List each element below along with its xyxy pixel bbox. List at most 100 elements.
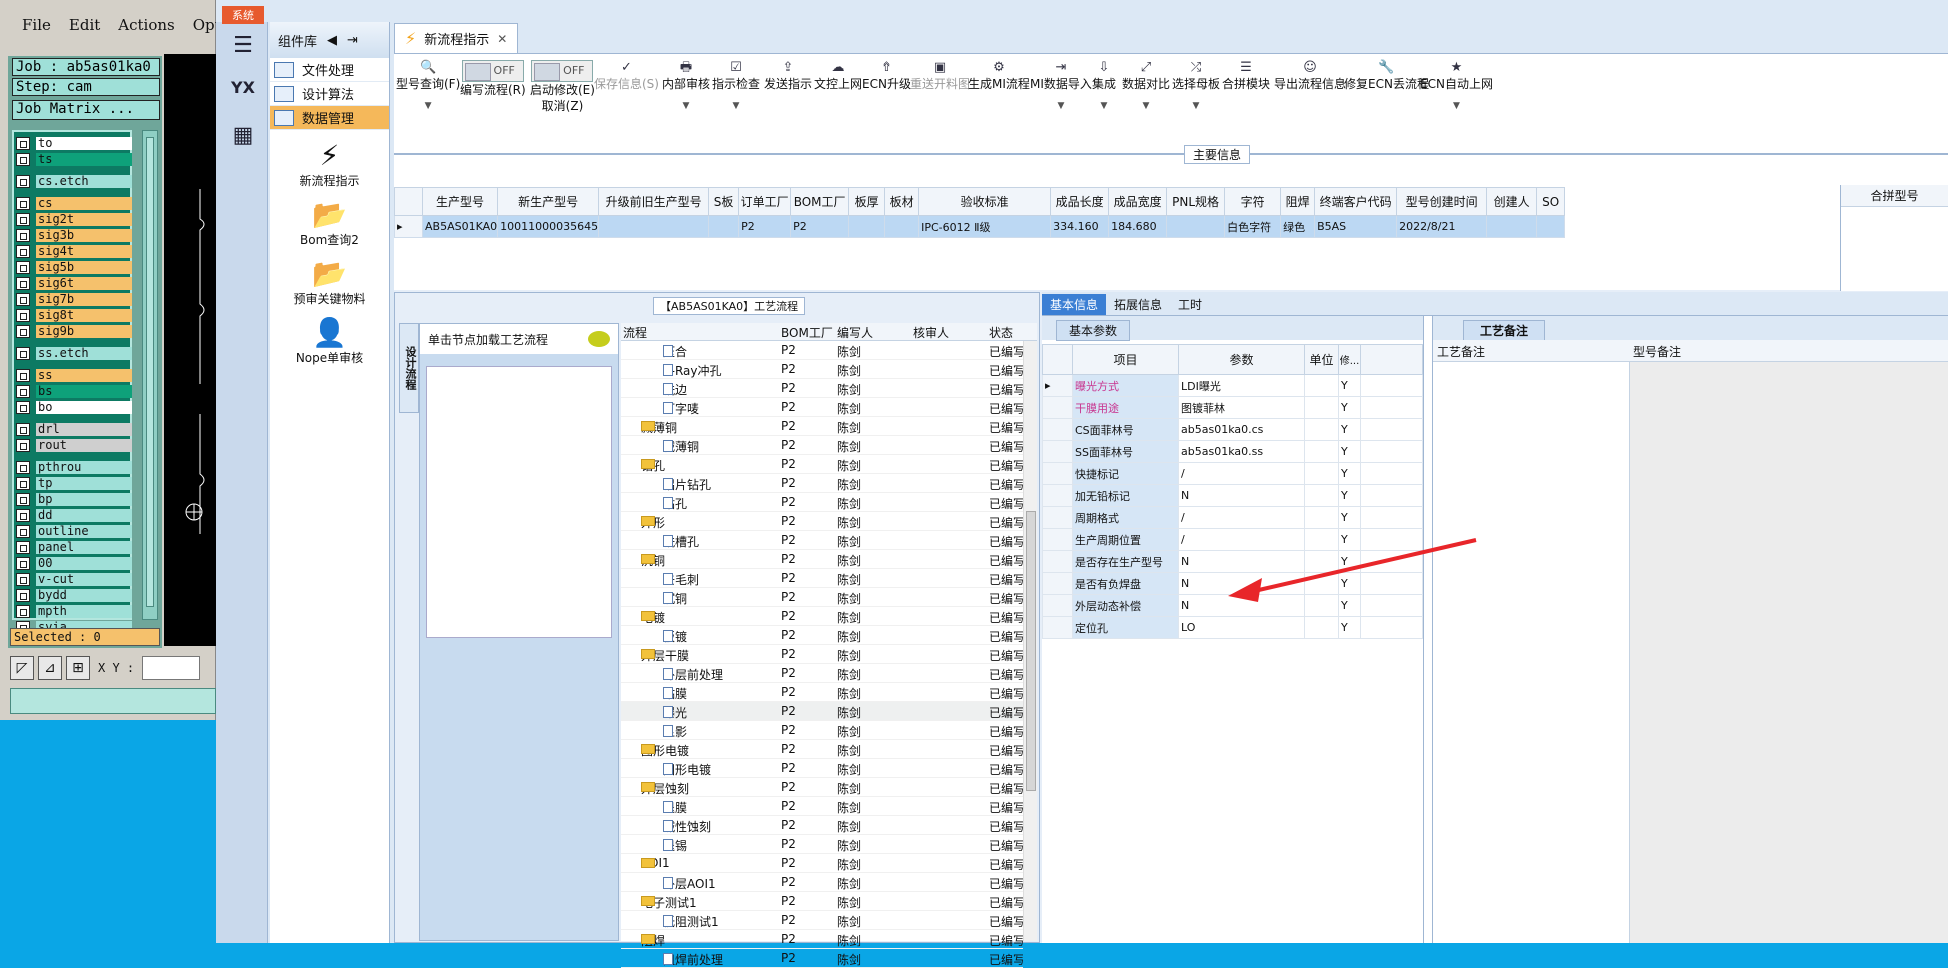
tree-node[interactable]: 去毛刺 (663, 571, 773, 588)
yx-logo-icon[interactable]: YX (226, 70, 260, 104)
splitter[interactable] (1629, 362, 1630, 943)
table-cell[interactable]: AB5AS01KA0 (421, 215, 499, 238)
table-cell[interactable] (884, 215, 920, 238)
param-param[interactable]: LDI曝光 (1178, 374, 1305, 397)
layer-row[interactable]: sig4t (16, 244, 132, 258)
ribbon-button[interactable]: ⇪ 发送指示 (764, 60, 812, 92)
layer-checkbox[interactable] (16, 276, 30, 290)
tree-row[interactable]: 阻焊前处理 P2 陈剑 已编写 (621, 949, 1023, 968)
toggle-switch[interactable]: OFF (461, 60, 524, 82)
tree-node[interactable]: 碱性蚀刻 (663, 818, 773, 835)
column-header[interactable]: BOM工厂 (790, 187, 850, 216)
ribbon-button[interactable]: ✓ 保存信息(S) (594, 60, 659, 92)
layer-row[interactable]: bp (16, 492, 132, 506)
table-row[interactable]: 是否存在生产型号 N Y (1042, 550, 1423, 573)
comp-item-data[interactable]: 数据管理 (270, 106, 389, 130)
layer-row[interactable]: 00 (16, 556, 132, 570)
tree-row[interactable]: −外层蚀刻 P2 陈剑 已编写 (621, 778, 1023, 797)
param-mod[interactable]: Y (1338, 462, 1361, 485)
layer-name[interactable]: dd (36, 508, 132, 522)
big-item[interactable]: 📂 Bom查询2 (270, 199, 389, 248)
layer-name[interactable]: panel (36, 540, 132, 554)
process-note-area[interactable] (1433, 362, 1629, 943)
layer-name[interactable]: sig9b (36, 324, 132, 338)
close-icon[interactable]: ✕ (497, 32, 507, 46)
tree-row[interactable]: X-Ray冲孔 P2 陈剑 已编写 (621, 360, 1023, 379)
layer-row[interactable]: tp (16, 476, 132, 490)
layer-row[interactable]: rout (16, 438, 132, 452)
tree-node[interactable]: 退膜 (663, 799, 773, 816)
layer-row[interactable]: sig5b (16, 260, 132, 274)
chevron-down-icon[interactable]: ▼ (425, 98, 432, 114)
tree-row[interactable]: −外形 P2 陈剑 已编写 (621, 512, 1023, 531)
menu-actions[interactable]: Actions (118, 16, 174, 34)
layer-checkbox[interactable] (16, 508, 30, 522)
layer-row[interactable]: drl (16, 422, 132, 436)
layer-name[interactable]: bo (36, 400, 132, 414)
row-header[interactable] (1042, 418, 1073, 441)
tree-row[interactable]: −阻焊 P2 陈剑 已编写 (621, 930, 1023, 949)
cam-graphics-area[interactable] (164, 54, 216, 646)
tree-row[interactable]: 铣槽孔 P2 陈剑 已编写 (621, 531, 1023, 550)
tree-row[interactable]: −图形电镀 P2 陈剑 已编写 (621, 740, 1023, 759)
layer-checkbox[interactable] (16, 152, 30, 166)
layer-checkbox[interactable] (16, 572, 30, 586)
tree-row[interactable]: 铣边 P2 陈剑 已编写 (621, 379, 1023, 398)
ribbon-button[interactable]: 🔧 修复ECN丢流程 (1344, 60, 1429, 92)
process-load-header[interactable]: 单击节点加载工艺流程 (420, 324, 618, 354)
table-row[interactable]: 生产周期位置 / Y (1042, 528, 1423, 551)
menu-file[interactable]: File (22, 16, 51, 34)
tab-process-notes[interactable]: 工艺备注 (1463, 320, 1546, 341)
layer-name[interactable]: bydd (36, 588, 132, 602)
layer-name[interactable]: cs.etch (36, 174, 132, 188)
measure-icon[interactable]: ⊿ (38, 656, 62, 680)
table-row[interactable]: SS面菲林号 ab5as01ka0.ss Y (1042, 440, 1423, 463)
tree-node[interactable]: 铝片钻孔 (663, 476, 773, 493)
param-mod[interactable]: Y (1338, 418, 1361, 441)
column-header[interactable]: 生产型号 (421, 187, 499, 216)
collapse-left-icon[interactable]: ◀ (327, 33, 337, 48)
layer-name[interactable]: outline (36, 524, 132, 538)
chevron-down-icon[interactable]: ▼ (1101, 98, 1108, 114)
ribbon-button[interactable]: ☁ 文控上网 (814, 60, 862, 92)
layer-checkbox[interactable] (16, 384, 30, 398)
param-mod[interactable]: Y (1338, 572, 1361, 595)
layer-row[interactable]: outline (16, 524, 132, 538)
layer-name[interactable]: ss (36, 368, 132, 382)
layer-name[interactable]: sig4t (36, 244, 132, 258)
layer-checkbox[interactable] (16, 604, 30, 618)
layer-name[interactable]: sig7b (36, 292, 132, 306)
layer-checkbox[interactable] (16, 524, 30, 538)
layer-name[interactable]: sig2t (36, 212, 132, 226)
layer-checkbox[interactable] (16, 540, 30, 554)
table-row[interactable]: 加无铅标记 N Y (1042, 484, 1423, 507)
col-modify[interactable]: 修... (1338, 344, 1361, 375)
layer-checkbox[interactable] (16, 476, 30, 490)
table-cell[interactable] (1486, 215, 1538, 238)
param-unit[interactable] (1304, 506, 1339, 529)
layer-checkbox[interactable] (16, 292, 30, 306)
tree-node[interactable]: 外层前处理 (663, 666, 773, 683)
tree-node[interactable]: 板镀 (663, 628, 773, 645)
pin-icon[interactable]: ⇥ (347, 33, 358, 48)
layer-name[interactable]: sig6t (36, 276, 132, 290)
ribbon-button[interactable]: OFF 启动修改(E) 取消(Z) (530, 60, 595, 114)
tree-row[interactable]: 图形电镀 P2 陈剑 已编写 (621, 759, 1023, 778)
tree-row[interactable]: 压合 P2 陈剑 已编写 (621, 341, 1023, 360)
column-header[interactable]: PNL规格 (1166, 187, 1226, 216)
big-item[interactable]: 👤 Nope单审核 (270, 317, 389, 366)
tab-new-process[interactable]: ⚡ 新流程指示 ✕ (394, 23, 519, 53)
layer-row[interactable]: sig9b (16, 324, 132, 338)
layer-checkbox[interactable] (16, 492, 30, 506)
ribbon-button[interactable]: 🖶 内部审核 ▼ (662, 60, 710, 114)
table-row[interactable]: ▸ 曝光方式 LDI曝光 Y (1042, 374, 1423, 397)
tree-node[interactable]: −外形 (641, 514, 751, 531)
param-mod[interactable]: Y (1338, 616, 1361, 639)
param-mod[interactable]: Y (1338, 550, 1361, 573)
col-item[interactable]: 项目 (1072, 344, 1179, 375)
layer-name[interactable]: cs (36, 196, 132, 210)
chevron-down-icon[interactable]: ▼ (1453, 98, 1460, 114)
layer-row[interactable]: sig8t (16, 308, 132, 322)
tree-node[interactable]: −AOI1 (641, 856, 751, 870)
tree-row[interactable]: 显影 P2 陈剑 已编写 (621, 721, 1023, 740)
